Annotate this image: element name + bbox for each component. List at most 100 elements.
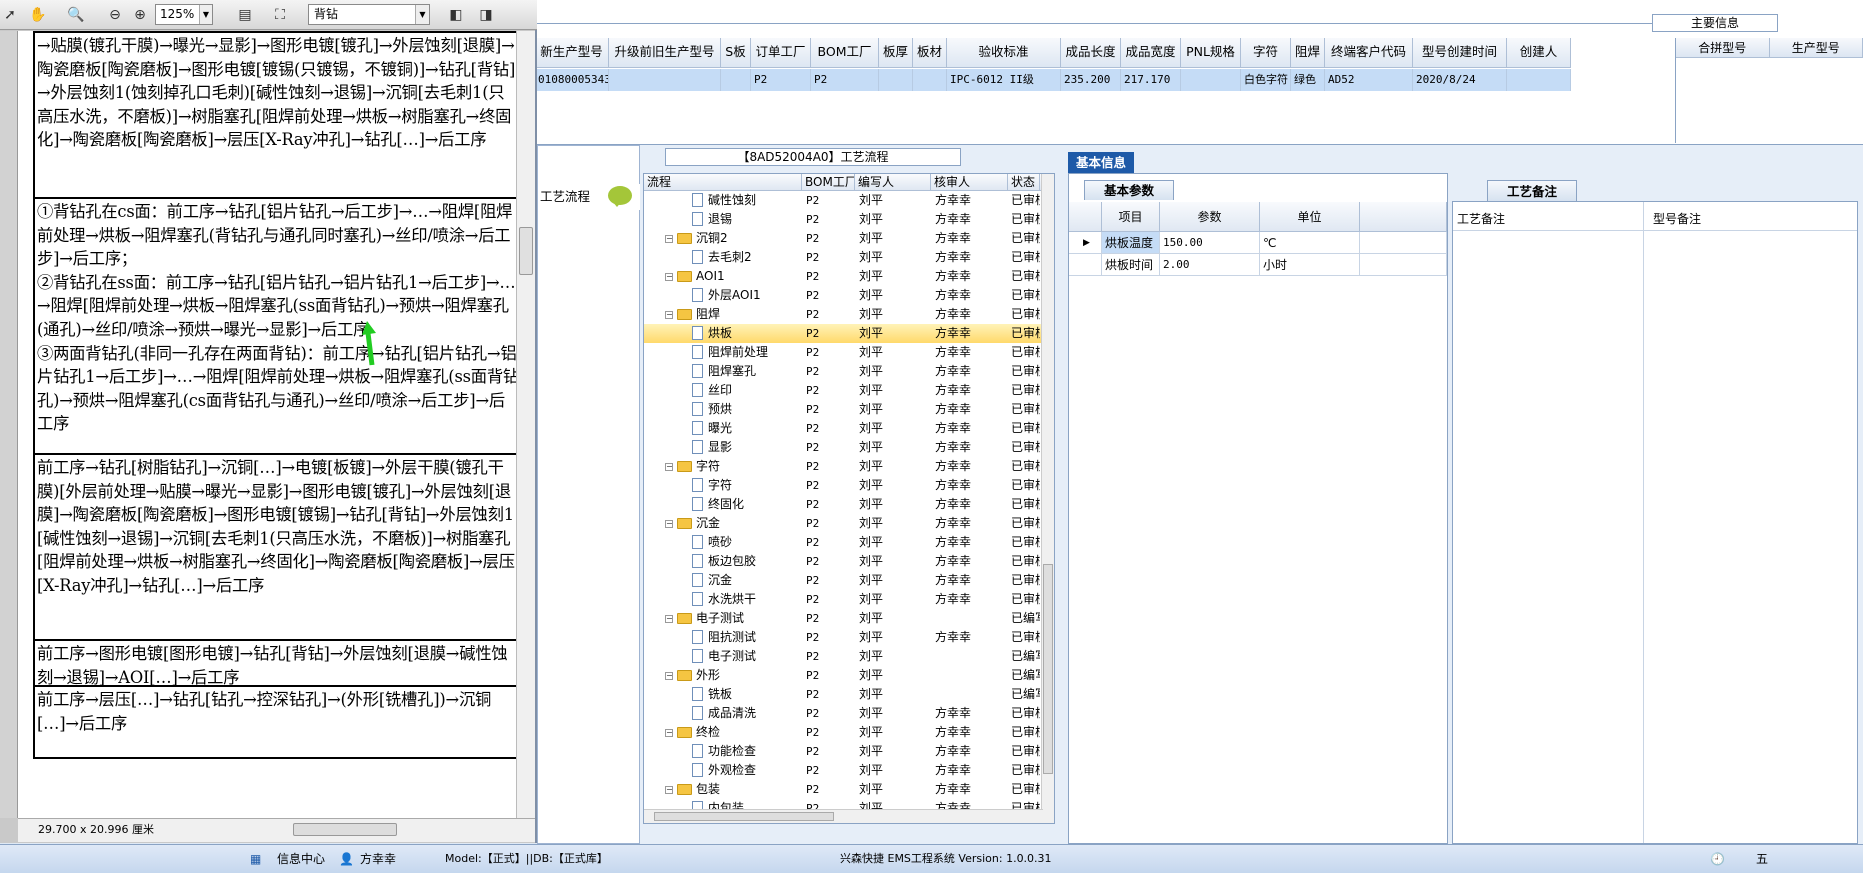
tab-basic-info[interactable]: 基本信息 — [1068, 152, 1134, 173]
column-header[interactable]: BOM工厂 — [802, 174, 855, 190]
tab-basic-params[interactable]: 基本参数 — [1084, 180, 1174, 200]
tree-row[interactable]: − 阻焊 P2 刘平 方幸幸 已审核 — [644, 305, 1054, 324]
param-item: 烘板温度 — [1102, 232, 1160, 254]
zoom-tool-icon[interactable]: 🔍 — [66, 5, 86, 25]
tree-row[interactable]: 铣板 P2 刘平 已编写 — [644, 685, 1054, 704]
collapse-icon[interactable]: − — [665, 463, 673, 471]
column-header[interactable]: 升级前旧生产型号 — [609, 38, 721, 68]
column-header[interactable]: 状态 — [1008, 174, 1040, 190]
prev-page-icon[interactable]: ◧ — [446, 5, 466, 25]
column-header[interactable]: 创建人 — [1507, 38, 1571, 68]
tree-row[interactable]: 阻焊前处理 P2 刘平 方幸幸 已审核 — [644, 343, 1054, 362]
column-header[interactable]: 流程 — [644, 174, 802, 190]
tree-row[interactable]: 阻抗测试 P2 刘平 方幸幸 已审核 — [644, 628, 1054, 647]
column-header[interactable]: 成品宽度 — [1121, 38, 1181, 68]
scroll-thumb[interactable] — [519, 227, 533, 275]
bookmark-select[interactable]: 背钻 ▼ — [308, 4, 430, 25]
fit-page-icon[interactable]: ▤ — [235, 5, 255, 25]
tree-row[interactable]: 水洗烘干 P2 刘平 方幸幸 已审核 — [644, 590, 1054, 609]
collapse-icon[interactable]: − — [665, 615, 673, 623]
zoom-select[interactable]: 125% ▼ — [155, 4, 213, 25]
column-header[interactable]: 型号创建时间 — [1413, 38, 1507, 68]
tree-row[interactable]: 曝光 P2 刘平 方幸幸 已审核 — [644, 419, 1054, 438]
column-header[interactable]: BOM工厂 — [811, 38, 879, 68]
collapse-icon[interactable]: − — [665, 786, 673, 794]
collapse-icon[interactable]: − — [665, 311, 673, 319]
select-cursor-icon[interactable]: ➚ — [0, 5, 20, 25]
tray-ime-label[interactable]: 五 — [1756, 845, 1768, 873]
column-header[interactable]: S板 — [721, 38, 751, 68]
collapse-icon[interactable]: − — [665, 520, 673, 528]
tree-row[interactable]: 丝印 P2 刘平 方幸幸 已审核 — [644, 381, 1054, 400]
table-row[interactable]: ▶ 烘板温度 150.00 ℃ — [1069, 232, 1447, 254]
tree-row[interactable]: − 沉铜2 P2 刘平 方幸幸 已审核 — [644, 229, 1054, 248]
tree-node-label: 退锡 — [708, 212, 733, 226]
main-info-data-row[interactable]: 010800053437 P2P2 IPC-6012 II级235.200217.1… — [535, 69, 1571, 91]
column-header[interactable]: 终端客户代码 — [1325, 38, 1413, 68]
tree-row[interactable]: − AOI1 P2 刘平 方幸幸 已审核 — [644, 267, 1054, 286]
collapse-icon[interactable]: − — [665, 273, 673, 281]
zoom-out-icon[interactable]: ⊖ — [105, 5, 125, 25]
tree-row[interactable]: − 包装 P2 刘平 方幸幸 已审核 — [644, 780, 1054, 799]
tree-row[interactable]: 碱性蚀刻 P2 刘平 方幸幸 已审核 — [644, 191, 1054, 210]
param-value[interactable]: 150.00 — [1160, 232, 1260, 254]
tree-row[interactable]: − 字符 P2 刘平 方幸幸 已审核 — [644, 457, 1054, 476]
viewer-vertical-scrollbar[interactable] — [516, 31, 535, 818]
column-header[interactable]: 验收标准 — [947, 38, 1061, 68]
column-header[interactable]: 板材 — [913, 38, 947, 68]
tab-process-remark[interactable]: 工艺备注 — [1487, 180, 1577, 201]
tree-row[interactable]: 退锡 P2 刘平 方幸幸 已审核 — [644, 210, 1054, 229]
column-header[interactable]: 订单工厂 — [751, 38, 811, 68]
tree-row[interactable]: 预烘 P2 刘平 方幸幸 已审核 — [644, 400, 1054, 419]
tree-row[interactable]: 阻焊塞孔 P2 刘平 方幸幸 已审核 — [644, 362, 1054, 381]
tree-row[interactable]: 沉金 P2 刘平 方幸幸 已审核 — [644, 571, 1054, 590]
collapse-icon[interactable]: − — [665, 672, 673, 680]
zoom-in-icon[interactable]: ⊕ — [130, 5, 150, 25]
param-value[interactable]: 2.00 — [1160, 254, 1260, 276]
fit-width-icon[interactable]: ⛶ — [270, 5, 290, 25]
column-header[interactable]: 编写人 — [855, 174, 931, 190]
column-header[interactable]: 板厚 — [879, 38, 913, 68]
tree-vertical-scrollbar[interactable] — [1041, 174, 1054, 823]
table-row[interactable]: 烘板时间 2.00 小时 — [1069, 254, 1447, 276]
tree-row[interactable]: − 电子测试 P2 刘平 已编写 — [644, 609, 1054, 628]
tree-row[interactable]: 喷砂 P2 刘平 方幸幸 已审核 — [644, 533, 1054, 552]
collapse-icon[interactable]: − — [665, 729, 673, 737]
tree-cell-status: 已审核 — [1011, 725, 1040, 739]
info-center-link[interactable]: 信息中心 — [277, 845, 325, 873]
document-icon — [692, 326, 703, 340]
tree-row[interactable]: 显影 P2 刘平 方幸幸 已审核 — [644, 438, 1054, 457]
viewer-horizontal-scroll-thumb[interactable] — [293, 823, 397, 836]
tree-horizontal-scrollbar[interactable] — [644, 809, 1043, 823]
collapse-icon[interactable]: − — [665, 235, 673, 243]
column-header[interactable]: 新生产型号 — [535, 38, 609, 68]
tree-row[interactable]: − 终检 P2 刘平 方幸幸 已审核 — [644, 723, 1054, 742]
tree-row[interactable]: 外观检查 P2 刘平 方幸幸 已审核 — [644, 761, 1054, 780]
column-header[interactable]: 核审人 — [931, 174, 1008, 190]
scroll-thumb[interactable] — [654, 812, 834, 821]
tree-cell-factory: P2 — [806, 612, 820, 625]
next-page-icon[interactable]: ◨ — [476, 5, 496, 25]
column-header[interactable]: 阻焊 — [1291, 38, 1325, 68]
document-icon — [692, 421, 703, 435]
tree-row[interactable]: 成品清洗 P2 刘平 方幸幸 已审核 — [644, 704, 1054, 723]
column-header[interactable]: 生产型号 — [1770, 38, 1863, 57]
tree-row[interactable]: − 沉金 P2 刘平 方幸幸 已审核 — [644, 514, 1054, 533]
tree-row[interactable]: 电子测试 P2 刘平 已编写 — [644, 647, 1054, 666]
comment-bubble-icon[interactable] — [608, 186, 632, 207]
tree-row[interactable]: − 外形 P2 刘平 已编写 — [644, 666, 1054, 685]
grid-icon[interactable]: ▦ — [250, 845, 261, 873]
column-header[interactable]: 成品长度 — [1061, 38, 1121, 68]
tree-row[interactable]: 烘板 P2 刘平 方幸幸 已审核 — [644, 324, 1054, 343]
tree-row[interactable]: 终固化 P2 刘平 方幸幸 已审核 — [644, 495, 1054, 514]
column-header[interactable]: 字符 — [1241, 38, 1291, 68]
tree-row[interactable]: 字符 P2 刘平 方幸幸 已审核 — [644, 476, 1054, 495]
tree-row[interactable]: 外层AOI1 P2 刘平 方幸幸 已审核 — [644, 286, 1054, 305]
hand-tool-icon[interactable]: ✋ — [28, 5, 48, 25]
tree-row[interactable]: 去毛刺2 P2 刘平 方幸幸 已审核 — [644, 248, 1054, 267]
column-header[interactable]: 合拼型号 — [1676, 38, 1770, 57]
scroll-thumb[interactable] — [1043, 564, 1053, 774]
tree-row[interactable]: 板边包胶 P2 刘平 方幸幸 已审核 — [644, 552, 1054, 571]
tree-row[interactable]: 功能检查 P2 刘平 方幸幸 已审核 — [644, 742, 1054, 761]
column-header[interactable]: PNL规格 — [1181, 38, 1241, 68]
